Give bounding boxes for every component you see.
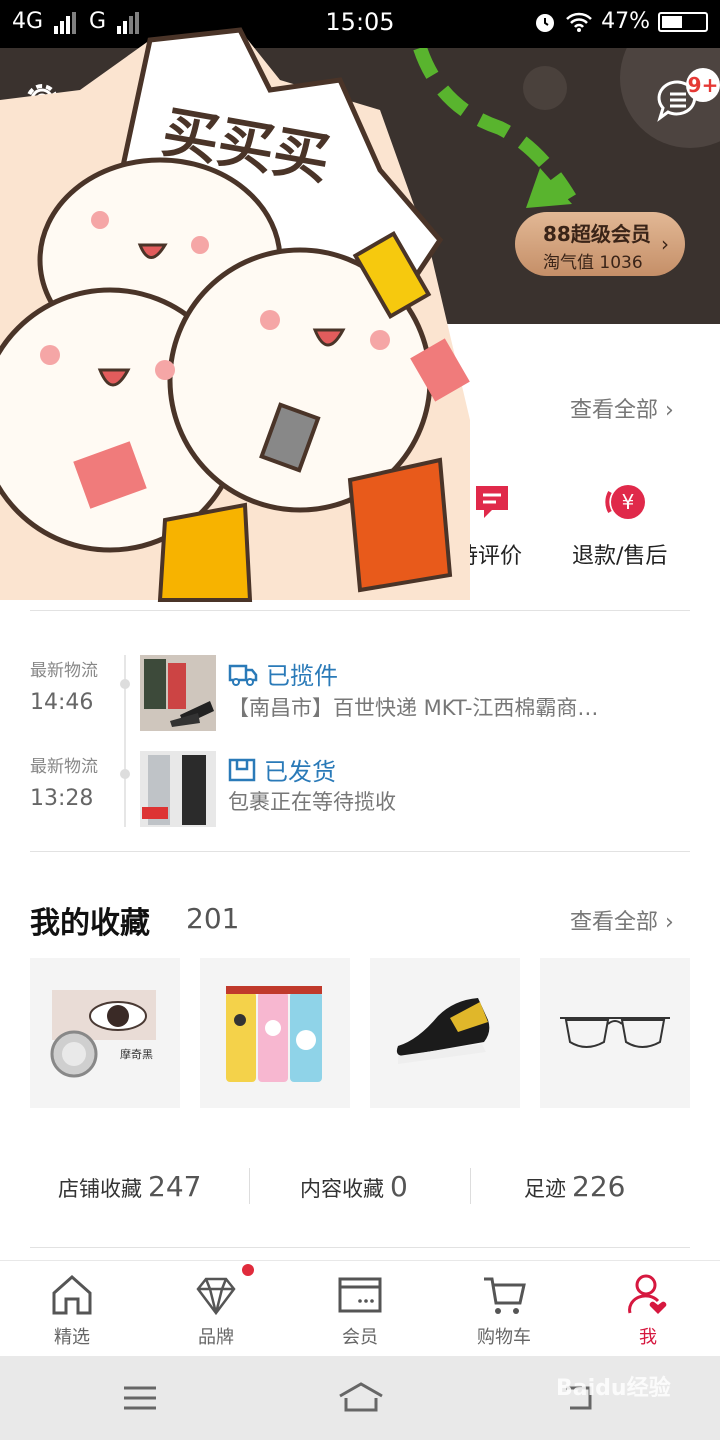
logistics-description: 包裹正在等待揽收 [228, 790, 396, 814]
package-icon [228, 758, 256, 781]
favorite-item-sneaker[interactable] [370, 958, 520, 1108]
comment-icon[interactable] [472, 482, 512, 522]
order-partial-label: 待 [334, 544, 357, 569]
tab-label: 品牌 [198, 1327, 234, 1348]
battery-icon [658, 11, 708, 32]
stat-content-favorites[interactable]: 内容收藏 0 [300, 1170, 408, 1203]
logistics-label: 最新物流 [30, 757, 98, 777]
logistics-label: 最新物流 [30, 661, 98, 681]
cart-icon [484, 1277, 526, 1314]
divider [30, 1247, 690, 1248]
order-label-refund[interactable]: 退款/售后 [572, 538, 667, 570]
favorite-item-caption: 摩奇黑 [120, 1048, 153, 1061]
tab-label: 购物车 [477, 1327, 531, 1348]
divider [30, 610, 690, 611]
refund-icon[interactable]: ¥ [602, 482, 648, 522]
logistics-status[interactable]: 已发货 [228, 752, 336, 787]
watermark: Baidu经验 [556, 1376, 671, 1401]
tab-label: 会员 [342, 1327, 378, 1348]
logistics-status[interactable]: 已揽件 [228, 656, 338, 691]
favorite-item-pencils[interactable] [200, 958, 350, 1108]
vip-subtitle: 淘气值 1036 [543, 253, 643, 273]
tab-me[interactable]: 我 [576, 1261, 720, 1357]
battery-percent: 47% [601, 9, 650, 34]
vip-membership-button[interactable]: 88超级会员 淘气值 1036 › [515, 212, 685, 276]
favorites-title: 我的收藏 [30, 906, 150, 941]
logistics-item-thumbnail[interactable] [140, 751, 216, 827]
divider [30, 851, 690, 852]
user-icon [628, 1274, 667, 1314]
tab-label: 我 [639, 1327, 657, 1348]
member-card-icon [338, 1277, 382, 1313]
stat-separator [470, 1168, 471, 1204]
banner-decoration [413, 48, 720, 208]
stat-separator [249, 1168, 250, 1204]
bottom-tab-bar: 精选 品牌 会员 购物车 我 [0, 1260, 720, 1356]
tab-membership[interactable]: 会员 [288, 1261, 432, 1357]
menu-icon[interactable] [122, 1384, 158, 1412]
tab-cart[interactable]: 购物车 [432, 1261, 576, 1357]
order-label-to-review[interactable]: 待评价 [456, 538, 522, 570]
alarm-icon [536, 13, 555, 32]
gear-icon[interactable] [20, 78, 64, 122]
timeline-dot [120, 769, 130, 779]
orders-view-all-link[interactable]: 查看全部 › [570, 392, 674, 424]
message-badge: 9+ [686, 68, 720, 102]
tab-brands[interactable]: 品牌 [144, 1261, 288, 1357]
notification-dot [242, 1264, 254, 1276]
favorite-item-contact-lens[interactable]: 摩奇黑 [30, 958, 180, 1108]
chevron-right-icon: › [661, 232, 669, 256]
logistics-item-thumbnail[interactable] [140, 655, 216, 731]
tab-label: 精选 [54, 1327, 90, 1348]
timeline-dot [120, 679, 130, 689]
favorite-item-glasses[interactable] [540, 958, 690, 1108]
favorites-count: 201 [186, 902, 240, 935]
logistics-status-text: 已揽件 [266, 662, 338, 690]
logistics-status-text: 已发货 [264, 758, 336, 786]
truck-icon [228, 664, 258, 686]
tab-featured[interactable]: 精选 [0, 1261, 144, 1357]
logistics-description: 【南昌市】百世快递 MKT-江西棉霸商… [228, 696, 599, 720]
home-nav-icon[interactable] [336, 1380, 386, 1414]
status-bar: 4G G 15:05 47% [0, 0, 720, 48]
logistics-time: 14:46 [30, 690, 94, 715]
stat-footprints[interactable]: 足迹 226 [524, 1170, 625, 1203]
wifi-icon [566, 12, 592, 32]
vip-title: 88超级会员 [543, 222, 651, 246]
header-banner [0, 48, 720, 324]
svg-text:¥: ¥ [622, 490, 635, 514]
diamond-icon [196, 1277, 236, 1316]
logistics-time: 13:28 [30, 786, 94, 811]
favorites-view-all-link[interactable]: 查看全部 › [570, 904, 674, 936]
home-icon [52, 1274, 92, 1315]
stat-shop-favorites[interactable]: 店铺收藏 247 [58, 1170, 201, 1203]
